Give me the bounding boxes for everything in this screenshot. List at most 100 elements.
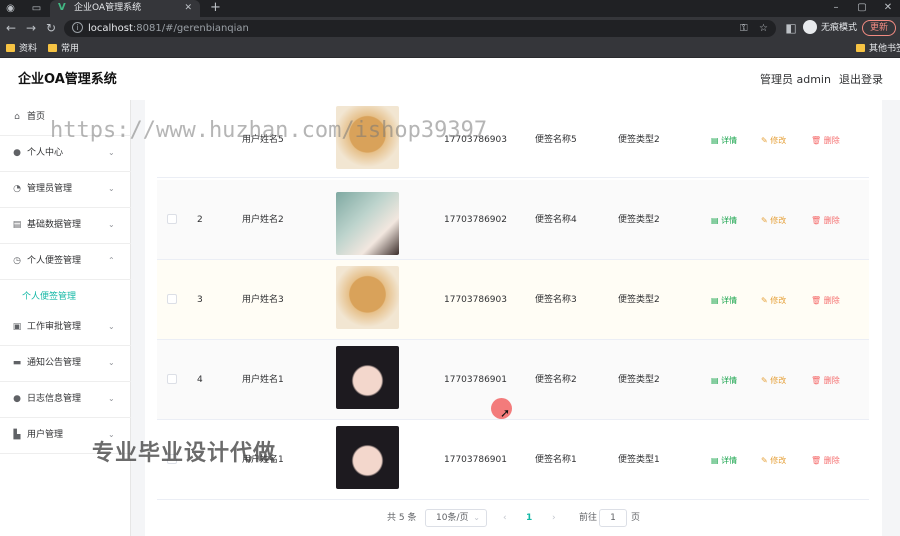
delete-button[interactable]: 🗑 删除 <box>811 215 840 226</box>
key-icon[interactable]: ⚿ <box>740 22 748 35</box>
sidebar-item-label: 首页 <box>27 112 46 122</box>
row-checkbox[interactable] <box>167 454 177 464</box>
photo-thumbnail[interactable] <box>336 426 399 489</box>
detail-button[interactable]: ▤ 详情 <box>711 295 737 306</box>
tab-title: 企业OA管理系统 <box>74 3 142 13</box>
url-text[interactable]: localhost:8081/#/gerenbianqian <box>88 22 249 35</box>
logout-button[interactable]: 退出登录 <box>839 73 883 87</box>
other-bookmarks[interactable]: 其他书签 <box>856 43 900 55</box>
sidebar-item-personal-notes[interactable]: ◷ 个人便签管理 ⌃ <box>0 244 131 280</box>
pagination: 共 5 条 10条/页 ⌄ ‹ 1 › 前往 1 页 <box>145 508 882 528</box>
back-icon[interactable]: ← <box>4 21 18 35</box>
delete-button[interactable]: 🗑 删除 <box>811 135 840 146</box>
folder-icon <box>48 44 57 52</box>
database-icon: ▤ <box>12 220 22 230</box>
tab-close-icon[interactable]: ✕ <box>184 2 192 14</box>
admin-icon: ◔ <box>13 184 21 194</box>
phone-cell: 17703786901 <box>444 455 507 465</box>
table-row: 2 用户姓名2 17703786902 便签名称4 便签类型2 ▤ 详情 ✎ 修… <box>157 180 869 260</box>
user-name-cell: 用户姓名3 <box>242 295 284 305</box>
app-header: 企业OA管理系统 管理员 admin 退出登录 <box>0 58 900 100</box>
maximize-button[interactable]: ▢ <box>852 1 872 15</box>
page-size-select[interactable]: 10条/页 ⌄ <box>425 509 487 527</box>
app-title: 企业OA管理系统 <box>18 72 117 87</box>
photo-thumbnail[interactable] <box>336 192 399 255</box>
page-number-current[interactable]: 1 <box>526 512 532 524</box>
bookmarks-bar: 资料 常用 其他书签 <box>0 40 900 58</box>
phone-cell: 17703786901 <box>444 375 507 385</box>
phone-cell: 17703786903 <box>444 295 507 305</box>
next-page-button[interactable]: › <box>552 512 556 524</box>
profile-avatar-icon[interactable] <box>803 20 817 34</box>
sidebar-item-personal-center[interactable]: ● 个人中心 ⌄ <box>0 136 131 172</box>
phone-cell: 17703786902 <box>444 215 507 225</box>
forward-icon[interactable]: → <box>24 21 38 35</box>
close-window-button[interactable]: ✕ <box>878 1 898 15</box>
row-checkbox[interactable] <box>167 374 177 384</box>
browser-toolbar: ← → ↻ i localhost:8081/#/gerenbianqian ⚿… <box>0 17 900 40</box>
chevron-down-icon: ⌄ <box>108 394 115 403</box>
sidepanel-icon[interactable]: ◧ <box>784 21 798 35</box>
sidebar-item-label: 通知公告管理 <box>27 358 82 368</box>
minimize-button[interactable]: – <box>826 1 846 15</box>
browser-menu-icon[interactable]: ◉ <box>4 2 17 15</box>
note-name-cell: 便签名称3 <box>535 295 577 305</box>
delete-button[interactable]: 🗑 删除 <box>811 375 840 386</box>
clipboard-icon: ▣ <box>12 322 22 332</box>
sidebar-item-users[interactable]: ▙ 用户管理 ⌄ <box>0 418 131 454</box>
note-name-cell: 便签名称4 <box>535 215 577 225</box>
note-type-cell: 便签类型2 <box>618 215 660 225</box>
photo-thumbnail[interactable] <box>336 266 399 329</box>
prev-page-button[interactable]: ‹ <box>503 512 507 524</box>
site-info-icon[interactable]: i <box>72 22 83 33</box>
bookmark-star-icon[interactable]: ☆ <box>759 22 768 35</box>
page-unit-label: 页 <box>631 513 641 523</box>
sidebar-item-admin[interactable]: ◔ 管理员管理 ⌄ <box>0 172 131 208</box>
detail-button[interactable]: ▤ 详情 <box>711 135 737 146</box>
sidebar-item-logs[interactable]: ● 日志信息管理 ⌄ <box>0 382 131 418</box>
edit-button[interactable]: ✎ 修改 <box>761 135 786 146</box>
note-type-cell: 便签类型2 <box>618 375 660 385</box>
edit-button[interactable]: ✎ 修改 <box>761 215 786 226</box>
update-button[interactable]: 更新 <box>862 20 896 36</box>
bookmark-folder-ziliao[interactable]: 资料 <box>6 43 37 55</box>
delete-button[interactable]: 🗑 删除 <box>811 295 840 306</box>
sidebar: ⌂ 首页 ● 个人中心 ⌄ ◔ 管理员管理 ⌄ ▤ 基础数据管理 ⌄ ◷ 个人便… <box>0 100 131 536</box>
detail-button[interactable]: ▤ 详情 <box>711 215 737 226</box>
sidebar-item-work-approval[interactable]: ▣ 工作审批管理 ⌄ <box>0 310 131 346</box>
reload-icon[interactable]: ↻ <box>44 21 58 35</box>
edit-button[interactable]: ✎ 修改 <box>761 375 786 386</box>
row-checkbox[interactable] <box>167 214 177 224</box>
sidebar-item-label: 个人便签管理 <box>27 256 82 266</box>
detail-button[interactable]: ▤ 详情 <box>711 455 737 466</box>
sidebar-item-notice[interactable]: ▬ 通知公告管理 ⌄ <box>0 346 131 382</box>
chevron-down-icon: ⌄ <box>108 148 115 157</box>
delete-button[interactable]: 🗑 删除 <box>811 455 840 466</box>
edit-button[interactable]: ✎ 修改 <box>761 295 786 306</box>
bookmark-folder-changyong[interactable]: 常用 <box>48 43 79 55</box>
sidebar-item-label: 用户管理 <box>27 430 64 440</box>
user-icon: ● <box>13 148 21 158</box>
sidebar-item-label: 基础数据管理 <box>27 220 82 230</box>
detail-button[interactable]: ▤ 详情 <box>711 375 737 386</box>
edit-button[interactable]: ✎ 修改 <box>761 455 786 466</box>
address-bar[interactable]: i localhost:8081/#/gerenbianqian ⚿ ☆ <box>64 20 776 37</box>
index-cell: 2 <box>197 215 203 225</box>
chevron-down-icon: ⌄ <box>108 220 115 229</box>
chevron-down-icon: ⌄ <box>473 513 480 522</box>
chevron-down-icon: ⌄ <box>108 430 115 439</box>
incognito-label: 无痕模式 <box>821 23 858 33</box>
sidebar-item-home[interactable]: ⌂ 首页 <box>0 100 131 136</box>
note-name-cell: 便签名称5 <box>535 135 577 145</box>
sidebar-item-base-data[interactable]: ▤ 基础数据管理 ⌄ <box>0 208 131 244</box>
vue-logo-icon: V <box>58 2 66 13</box>
photo-thumbnail[interactable] <box>336 346 399 409</box>
photo-thumbnail[interactable] <box>336 106 399 169</box>
log-icon: ● <box>13 394 21 404</box>
tab-search-icon[interactable]: ▭ <box>30 2 43 15</box>
goto-page-input[interactable]: 1 <box>599 509 627 527</box>
row-checkbox[interactable] <box>167 294 177 304</box>
admin-label: 管理员 admin <box>760 73 831 86</box>
new-tab-button[interactable]: + <box>210 0 221 16</box>
browser-tab-active[interactable]: V 企业OA管理系统 ✕ <box>50 0 200 17</box>
